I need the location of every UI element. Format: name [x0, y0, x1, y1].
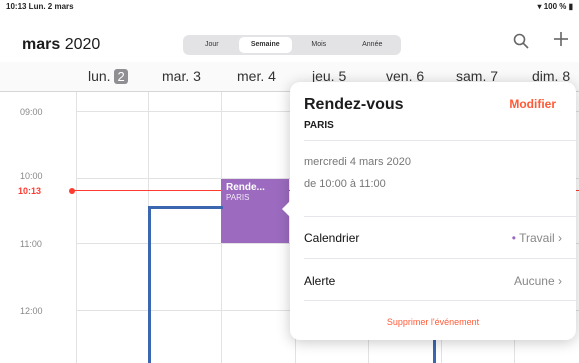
- hour-label: 09:00: [20, 107, 43, 117]
- event-date: mercredi 4 mars 2020: [304, 156, 411, 168]
- divider: [304, 140, 576, 141]
- status-time: 10:13 Lun. 2 mars: [6, 2, 74, 11]
- alert-value: Aucune ›: [513, 274, 562, 288]
- alert-row[interactable]: Alerte Aucune ›: [304, 271, 562, 293]
- current-time-dot: [69, 188, 75, 194]
- hour-label: 12:00: [20, 306, 43, 316]
- battery-level: ▾ 100 % ▮: [537, 2, 573, 11]
- callout-line: [148, 206, 223, 209]
- divider: [304, 216, 576, 217]
- chevron-right-icon: ›: [558, 274, 562, 288]
- hour-label: 10:00: [20, 171, 43, 181]
- callout-line: [148, 206, 151, 363]
- plus-icon[interactable]: [553, 30, 569, 53]
- year-label: 2020: [64, 36, 101, 53]
- callout-line: [433, 340, 436, 363]
- status-bar: 10:13 Lun. 2 mars ▾ 100 % ▮: [0, 0, 579, 24]
- divider: [304, 258, 576, 259]
- chevron-right-icon: ›: [558, 231, 562, 245]
- segment-week[interactable]: Semaine: [238, 37, 292, 53]
- popover-location: PARIS: [304, 120, 334, 131]
- calendar-event[interactable]: Rende... PARIS: [221, 179, 289, 243]
- calendar-label: Calendrier: [304, 231, 360, 245]
- calendar-value: • Travail ›: [511, 231, 562, 245]
- current-time-label: 10:13: [18, 186, 42, 196]
- delete-event-button[interactable]: Supprimer l'événement: [290, 317, 576, 327]
- alert-label: Alerte: [304, 274, 336, 288]
- day-header-wed[interactable]: mer. 4: [237, 68, 276, 84]
- popover-arrow: [282, 200, 291, 218]
- event-detail-popover: Rendez-vous Modifier PARIS mercredi 4 ma…: [282, 82, 576, 340]
- popover-title: Rendez-vous: [304, 96, 404, 113]
- edit-button[interactable]: Modifier: [509, 97, 556, 111]
- event-location: PARIS: [226, 193, 250, 202]
- grid-divider: [76, 92, 77, 363]
- day-header-mon[interactable]: lun. 2: [88, 68, 128, 84]
- segment-day[interactable]: Jour: [185, 37, 239, 53]
- calendar-row[interactable]: Calendrier • Travail ›: [304, 228, 562, 250]
- segment-year[interactable]: Année: [346, 37, 400, 53]
- page-title: mars 2020: [22, 36, 100, 54]
- divider: [304, 300, 576, 301]
- segment-month[interactable]: Mois: [292, 37, 346, 53]
- day-header-tue[interactable]: mar. 3: [162, 68, 201, 84]
- event-title: Rende...: [226, 182, 265, 193]
- search-icon[interactable]: [513, 32, 529, 55]
- view-segmented-control[interactable]: Jour Semaine Mois Année: [183, 35, 401, 55]
- hour-label: 11:00: [20, 239, 42, 249]
- event-time: de 10:00 à 11:00: [304, 178, 386, 190]
- month-label: mars: [22, 36, 61, 53]
- today-badge: 2: [114, 69, 128, 84]
